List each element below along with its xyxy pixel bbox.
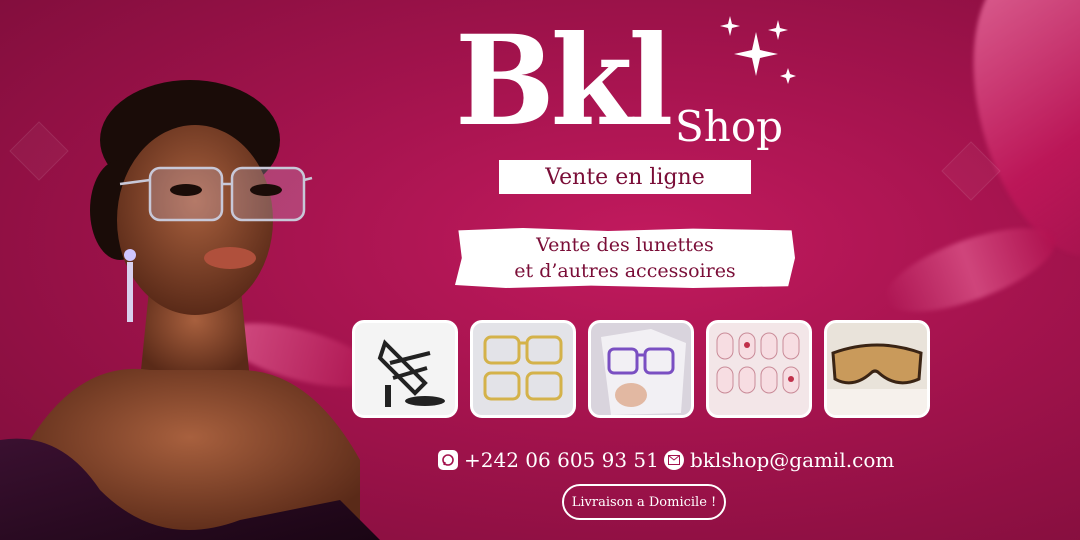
brand-suffix: Shop [675, 102, 783, 151]
description-line-1: Vente des lunettes [536, 234, 714, 256]
description-line-2: et d’autres accessoires [514, 260, 736, 282]
product-gallery [352, 320, 930, 418]
purple-glasses-photo-icon[interactable] [588, 320, 694, 418]
sparkle-icon [720, 16, 796, 84]
whatsapp-icon [438, 450, 458, 470]
mail-icon [664, 450, 684, 470]
brand-name: Bkl [455, 7, 673, 154]
press-on-nails-photo-icon[interactable] [706, 320, 812, 418]
silk-ribbon-decoration [875, 211, 1065, 329]
promo-banner: Bkl Shop Vente en ligne Vente des lunett… [0, 0, 1080, 540]
email-contact: bklshop@gamil.com [664, 448, 894, 472]
tinted-sunglasses-photo-icon[interactable] [824, 320, 930, 418]
gold-glasses-photo-icon[interactable] [470, 320, 576, 418]
sandals-photo-icon[interactable] [352, 320, 458, 418]
tagline-badge: Vente en ligne [499, 160, 751, 194]
description-banner: Vente des lunettes et d’autres accessoir… [455, 228, 795, 288]
email-address[interactable]: bklshop@gamil.com [690, 448, 894, 472]
phone-contact: +242 06 605 93 51 [438, 448, 659, 472]
delivery-button[interactable]: Livraison a Domicile ! [562, 484, 726, 520]
model-with-glasses-image [0, 80, 380, 540]
phone-number[interactable]: +242 06 605 93 51 [464, 448, 659, 472]
